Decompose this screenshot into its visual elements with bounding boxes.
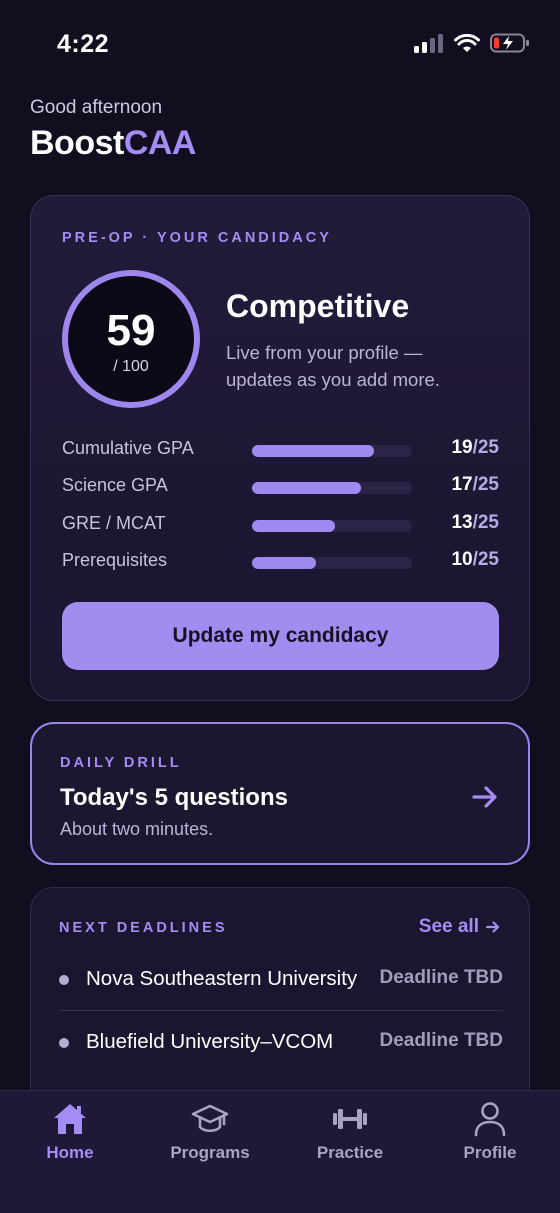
daily-drill-eyebrow: DAILY DRILL [60,755,182,771]
daily-drill-card[interactable]: DAILY DRILL Today's 5 questions About tw… [30,722,530,865]
factor-progress-bar [252,520,412,532]
deadlines-eyebrow: NEXT DEADLINES [59,920,228,936]
update-candidacy-button[interactable]: Update my candidacy [62,602,499,670]
brand-part-caa: CAA [123,124,197,162]
arrow-right-icon [485,921,500,933]
status-bar: 4:22 [0,0,560,88]
daily-drill-title: Today's 5 questions [60,784,288,811]
status-time: 4:22 [57,30,110,58]
factor-label: Prerequisites [62,550,168,570]
see-all-label: See all [418,916,479,937]
tab-practice[interactable]: Practice [280,1101,420,1171]
arrow-right-icon[interactable] [470,782,500,812]
factor-progress-fill [252,445,374,457]
brand-part-boost: Boost [30,124,124,162]
factor-score-value: 10 [451,549,473,570]
tab-label: Practice [316,1143,384,1162]
deadline-divider [59,1010,503,1011]
factor-label: Science GPA [62,475,168,495]
factor-row-cumulative-gpa: Cumulative GPA 19/25 [62,437,499,461]
cellular-signal-icon [414,34,443,53]
tab-label: Home [46,1143,94,1162]
factor-score: 10/25 [451,549,499,571]
factor-progress-bar [252,557,412,569]
factor-score-max: /25 [472,512,499,533]
factor-score: 13/25 [451,512,499,534]
factor-label: Cumulative GPA [62,438,194,458]
daily-drill-subtitle: About two minutes. [60,819,214,839]
factor-row-science-gpa: Science GPA 17/25 [62,474,499,498]
deadline-status: Deadline TBD [379,967,503,988]
factor-progress-bar [252,482,412,494]
dumbbell-icon [333,1109,367,1129]
factor-score-max: /25 [472,474,499,495]
candidacy-tier: Competitive [226,288,410,324]
score-max: / 100 [113,358,149,375]
tab-label: Programs [170,1143,250,1162]
tab-label: Profile [463,1143,517,1162]
factor-progress-fill [252,482,361,494]
factor-progress-fill [252,520,336,532]
score-value: 59 [106,306,156,355]
home-screen: 4:22 Good afternoon BoostCAA PRE-OP · YO… [0,0,560,1213]
home-icon [54,1104,86,1134]
factor-score-value: 19 [451,437,473,458]
wifi-icon [454,33,480,52]
deadline-status: Deadline TBD [379,1030,503,1051]
factor-score-max: /25 [472,437,499,458]
battery-low-charging-icon [490,33,529,53]
see-all-link[interactable]: See all [419,916,501,938]
deadline-program-name: Bluefield University–VCOM [86,1030,334,1053]
tab-profile[interactable]: Profile [420,1101,560,1171]
candidacy-subtitle: Live from your profile — updates as you … [226,342,440,390]
candidacy-card: PRE-OP · YOUR CANDIDACY 59 / 100 Competi… [30,195,530,701]
bottom-tab-bar: Home Programs Practice Profile [0,1090,560,1213]
deadline-item[interactable]: Bluefield University–VCOM Deadline TBD [59,1028,503,1058]
deadline-item[interactable]: Nova Southeastern University Deadline TB… [59,965,503,995]
factor-score: 17/25 [451,474,499,496]
factor-score-value: 13 [451,512,473,533]
user-icon [474,1102,506,1137]
factor-progress-fill [252,557,316,569]
graduation-cap-icon [191,1104,229,1133]
bullet-dot-icon [59,1038,69,1048]
factor-label: GRE / MCAT [62,513,166,533]
candidacy-eyebrow: PRE-OP · YOUR CANDIDACY [62,230,332,246]
factor-row-gre-mcat: GRE / MCAT 13/25 [62,512,499,536]
deadline-program-name: Nova Southeastern University [86,967,358,990]
tab-home[interactable]: Home [0,1101,140,1171]
factor-score-max: /25 [472,549,499,570]
factor-row-prerequisites: Prerequisites 10/25 [62,549,499,573]
factor-progress-bar [252,445,412,457]
app-brand: BoostCAA [30,124,197,163]
bullet-dot-icon [59,975,69,985]
tab-programs[interactable]: Programs [140,1101,280,1171]
greeting-text: Good afternoon [30,97,163,118]
status-icons [414,33,530,53]
factor-score-value: 17 [451,474,473,495]
factor-score: 19/25 [451,437,499,459]
score-ring: 59 / 100 [62,270,200,408]
